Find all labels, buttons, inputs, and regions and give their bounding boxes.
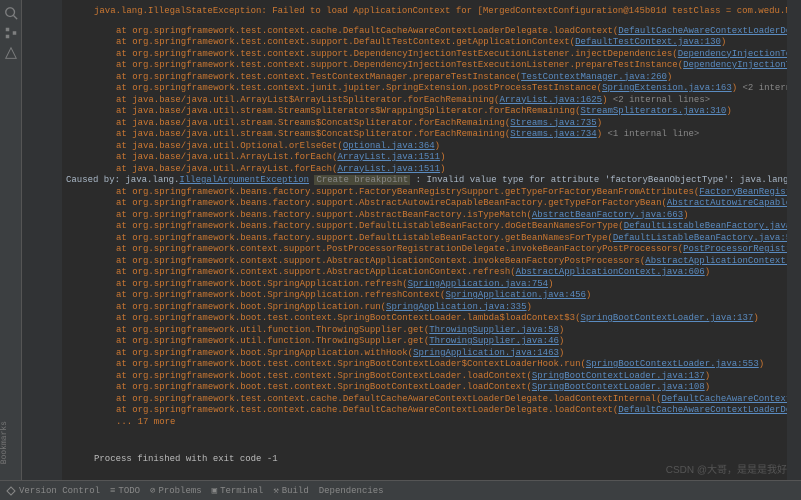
stack-frame: at org.springframework.test.context.Test… [66, 72, 783, 84]
stack-frame: at org.springframework.boot.SpringApplic… [66, 348, 783, 360]
stack-frame: at org.springframework.context.support.A… [66, 267, 783, 279]
stack-frame: at org.springframework.test.context.supp… [66, 60, 783, 72]
todo-tab[interactable]: ≡TODO [110, 486, 140, 496]
stack-frame: at org.springframework.beans.factory.sup… [66, 210, 783, 222]
build-icon[interactable] [4, 46, 18, 60]
vcs-tab[interactable]: Version Control [6, 486, 100, 496]
stack-frame: at org.springframework.beans.factory.sup… [66, 221, 783, 233]
source-link[interactable]: ArrayList.java:1511 [337, 152, 440, 162]
stack-frame: at org.springframework.test.context.juni… [66, 83, 783, 95]
stack-frame: at java.base/java.util.ArrayList.forEach… [66, 164, 783, 176]
stack-frame: at org.springframework.beans.factory.sup… [66, 187, 783, 199]
line-gutter: ⊟ ⊟ [22, 0, 62, 500]
exception-header: java.lang.IllegalStateException: Failed … [66, 6, 783, 18]
source-link[interactable]: SpringApplication.java:754 [408, 279, 548, 289]
source-link[interactable]: DependencyInjectionTestExecutionListener… [683, 60, 787, 70]
source-link[interactable]: SpringBootContextLoader.java:137 [532, 371, 705, 381]
stack-frame: at org.springframework.boot.test.context… [66, 359, 783, 371]
stack-frame: at org.springframework.test.context.cach… [66, 394, 783, 406]
stack-frame: at java.base/java.util.stream.Streams$Co… [66, 129, 783, 141]
console-output[interactable]: java.lang.IllegalStateException: Failed … [62, 0, 787, 480]
create-breakpoint[interactable]: Create breakpoint [314, 175, 410, 185]
source-link[interactable]: SpringExtension.java:163 [602, 83, 732, 93]
deps-tab[interactable]: Dependencies [319, 486, 384, 496]
source-link[interactable]: FactoryBeanRegistrySupport.java:86 [699, 187, 787, 197]
source-link[interactable]: AbstractAutowireCapableBeanFactory.java:… [667, 198, 787, 208]
stack-frame: at org.springframework.test.context.cach… [66, 26, 783, 38]
source-link[interactable]: DefaultTestContext.java:130 [575, 37, 721, 47]
stack-frame: at org.springframework.beans.factory.sup… [66, 233, 783, 245]
stack-frame: at org.springframework.util.function.Thr… [66, 325, 783, 337]
stack-frame: at org.springframework.test.context.cach… [66, 405, 783, 417]
source-link[interactable]: AbstractBeanFactory.java:663 [532, 210, 683, 220]
source-link[interactable]: StreamSpliterators.java:310 [580, 106, 726, 116]
stack-frame: at org.springframework.boot.SpringApplic… [66, 290, 783, 302]
terminal-tab[interactable]: ▣Terminal [212, 486, 264, 496]
source-link[interactable]: Streams.java:735 [510, 118, 596, 128]
source-link[interactable]: SpringBootContextLoader.java:137 [580, 313, 753, 323]
source-link[interactable]: SpringApplication.java:335 [386, 302, 526, 312]
source-link[interactable]: SpringApplication.java:1463 [413, 348, 559, 358]
stack-frame: at org.springframework.boot.test.context… [66, 371, 783, 383]
stack-frame: at org.springframework.boot.test.context… [66, 382, 783, 394]
stack-frame: at java.base/java.util.ArrayList.forEach… [66, 152, 783, 164]
source-link[interactable]: TestContextManager.java:260 [521, 72, 667, 82]
source-link[interactable]: DefaultListableBeanFactory.java:534 [613, 233, 787, 243]
problems-tab[interactable]: ⊘Problems [150, 486, 202, 496]
exception-link[interactable]: IllegalArgumentException [179, 175, 309, 185]
stack-frame: at org.springframework.util.function.Thr… [66, 336, 783, 348]
source-link[interactable]: Optional.java:364 [343, 141, 435, 151]
source-link[interactable]: DefaultCacheAwareContextLoaderDelegate.j… [618, 405, 787, 415]
stack-frame: at org.springframework.boot.SpringApplic… [66, 279, 783, 291]
source-link[interactable]: DependencyInjectionTestExecutionListener… [678, 49, 787, 59]
stack-frame: at java.base/java.util.ArrayList$ArrayLi… [66, 95, 783, 107]
stack-frame: at org.springframework.boot.SpringApplic… [66, 302, 783, 314]
stack-frame: at org.springframework.context.support.A… [66, 256, 783, 268]
structure-icon[interactable] [4, 26, 18, 40]
source-link[interactable]: DefaultCacheAwareContextLoaderDelegate.j… [618, 26, 787, 36]
source-link[interactable]: ThrowingSupplier.java:46 [429, 336, 559, 346]
stack-frame: at org.springframework.test.context.supp… [66, 49, 783, 61]
source-link[interactable]: SpringBootContextLoader.java:553 [586, 359, 759, 369]
stack-frame: at org.springframework.beans.factory.sup… [66, 198, 783, 210]
search-icon[interactable] [4, 6, 18, 20]
source-link[interactable]: AbstractApplicationContext.java:788 [645, 256, 787, 266]
side-tab-bookmarks[interactable]: Bookmarks [0, 421, 9, 464]
stack-frame: at java.base/java.util.Optional.orElseGe… [66, 141, 783, 153]
source-link[interactable]: DefaultListableBeanFactory.java:575 [624, 221, 787, 231]
source-link[interactable]: AbstractApplicationContext.java:606 [516, 267, 705, 277]
more-frames: ... 17 more [66, 417, 783, 429]
stack-frame: at java.base/java.util.stream.Streams$Co… [66, 118, 783, 130]
source-link[interactable]: DefaultCacheAwareContextLoaderDelegate.j… [662, 394, 788, 404]
source-link[interactable]: SpringBootContextLoader.java:108 [532, 382, 705, 392]
stack-frame: at java.base/java.util.stream.StreamSpli… [66, 106, 783, 118]
stack-frame: at org.springframework.boot.test.context… [66, 313, 783, 325]
scrollbar[interactable] [787, 0, 801, 500]
build-tab[interactable]: ⚒Build [273, 486, 308, 496]
source-link[interactable]: PostProcessorRegistrationDelegate.java:1… [683, 244, 787, 254]
source-link[interactable]: SpringApplication.java:456 [445, 290, 585, 300]
source-link[interactable]: ArrayList.java:1625 [499, 95, 602, 105]
source-link[interactable]: ArrayList.java:1511 [337, 164, 440, 174]
status-bar: Version Control ≡TODO ⊘Problems ▣Termina… [0, 480, 801, 500]
watermark: CSDN @大哥，是是是我好 [666, 461, 787, 476]
side-vertical-tabs: Bookmarks [0, 421, 9, 464]
caused-by-line: Caused by: java.lang.IllegalArgumentExce… [66, 175, 783, 187]
source-link[interactable]: Streams.java:734 [510, 129, 596, 139]
stack-frame: at org.springframework.test.context.supp… [66, 37, 783, 49]
stack-frame: at org.springframework.context.support.P… [66, 244, 783, 256]
source-link[interactable]: ThrowingSupplier.java:58 [429, 325, 559, 335]
